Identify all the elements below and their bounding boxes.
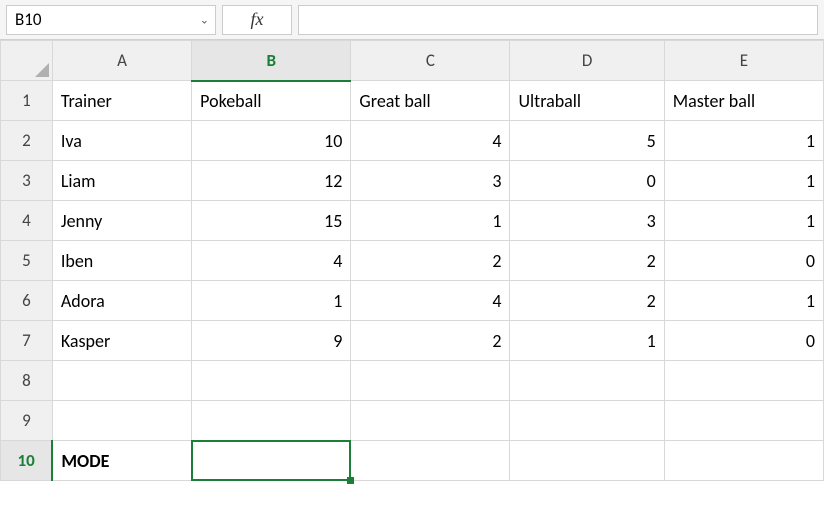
cell[interactable]: 10 [192, 121, 351, 161]
cell[interactable]: 2 [351, 241, 510, 281]
col-header-A[interactable]: A [52, 41, 191, 81]
cell[interactable] [510, 441, 664, 481]
row-header[interactable]: 8 [1, 361, 53, 401]
table-row: 2 Iva 10 4 5 1 [1, 121, 824, 161]
table-row: 9 [1, 401, 824, 441]
cell[interactable] [351, 361, 510, 401]
cell[interactable] [52, 401, 191, 441]
cell[interactable]: Master ball [664, 81, 823, 121]
cell[interactable] [510, 361, 664, 401]
col-header-E[interactable]: E [664, 41, 823, 81]
fx-container: fx [222, 5, 818, 35]
table-row: 1 Trainer Pokeball Great ball Ultraball … [1, 81, 824, 121]
cell[interactable] [351, 401, 510, 441]
row-header[interactable]: 2 [1, 121, 53, 161]
cell[interactable]: 4 [351, 121, 510, 161]
cell[interactable]: Adora [52, 281, 191, 321]
table-row: 7 Kasper 9 2 1 0 [1, 321, 824, 361]
table-row: 10 MODE [1, 441, 824, 481]
cell[interactable]: Jenny [52, 201, 191, 241]
cell[interactable]: Great ball [351, 81, 510, 121]
cell[interactable]: 0 [664, 321, 823, 361]
cell[interactable]: 15 [192, 201, 351, 241]
cell[interactable]: Iva [52, 121, 191, 161]
cell[interactable] [510, 401, 664, 441]
cell[interactable] [664, 361, 823, 401]
cell[interactable] [664, 401, 823, 441]
cell[interactable]: 2 [510, 281, 664, 321]
cell[interactable]: 1 [510, 321, 664, 361]
cell[interactable]: 1 [664, 281, 823, 321]
row-header[interactable]: 9 [1, 401, 53, 441]
spreadsheet-app: B10 ⌄ fx A B C D E [0, 0, 824, 514]
cell[interactable]: MODE [52, 441, 191, 481]
cell[interactable]: 1 [192, 281, 351, 321]
select-all-corner[interactable] [1, 41, 53, 81]
cell[interactable]: 3 [510, 201, 664, 241]
table-row: 8 [1, 361, 824, 401]
cell[interactable]: 5 [510, 121, 664, 161]
row-header[interactable]: 3 [1, 161, 53, 201]
cell[interactable]: 1 [664, 201, 823, 241]
cell[interactable] [192, 361, 351, 401]
selection-outline [191, 440, 351, 481]
cell[interactable]: 0 [664, 241, 823, 281]
sheet-grid[interactable]: A B C D E 1 Trainer Pokeball Great ball … [0, 40, 824, 514]
cell[interactable]: 9 [192, 321, 351, 361]
cell[interactable]: 4 [192, 241, 351, 281]
row-header[interactable]: 5 [1, 241, 53, 281]
table-row: 4 Jenny 15 1 3 1 [1, 201, 824, 241]
cell[interactable] [52, 361, 191, 401]
row-header[interactable]: 4 [1, 201, 53, 241]
cell[interactable] [192, 401, 351, 441]
name-box-value: B10 [15, 9, 41, 30]
cell[interactable]: 2 [510, 241, 664, 281]
cell[interactable]: Ultraball [510, 81, 664, 121]
cell[interactable]: Pokeball [192, 81, 351, 121]
col-header-D[interactable]: D [510, 41, 664, 81]
fx-icon[interactable]: fx [222, 5, 292, 35]
row-header[interactable]: 10 [1, 441, 53, 481]
cell[interactable] [351, 441, 510, 481]
cell[interactable]: 12 [192, 161, 351, 201]
cell[interactable]: 4 [351, 281, 510, 321]
selected-cell[interactable] [192, 441, 351, 481]
cell[interactable]: 0 [510, 161, 664, 201]
col-header-C[interactable]: C [351, 41, 510, 81]
table-row: 3 Liam 12 3 0 1 [1, 161, 824, 201]
cell[interactable] [664, 441, 823, 481]
table-row: 6 Adora 1 4 2 1 [1, 281, 824, 321]
formula-input[interactable] [298, 5, 818, 35]
cell[interactable]: 3 [351, 161, 510, 201]
cell[interactable]: Kasper [52, 321, 191, 361]
col-header-B[interactable]: B [192, 41, 351, 81]
chevron-down-icon[interactable]: ⌄ [200, 13, 209, 26]
cell[interactable]: Liam [52, 161, 191, 201]
table-row: 5 Iben 4 2 2 0 [1, 241, 824, 281]
row-header[interactable]: 1 [1, 81, 53, 121]
cell[interactable]: 1 [351, 201, 510, 241]
cell[interactable]: 2 [351, 321, 510, 361]
fill-handle[interactable] [347, 477, 354, 484]
cell[interactable]: 1 [664, 121, 823, 161]
row-header[interactable]: 6 [1, 281, 53, 321]
cell[interactable]: Trainer [52, 81, 191, 121]
formula-bar: B10 ⌄ fx [0, 0, 824, 40]
name-box[interactable]: B10 ⌄ [6, 5, 216, 35]
grid-table: A B C D E 1 Trainer Pokeball Great ball … [0, 40, 824, 481]
cell[interactable]: 1 [664, 161, 823, 201]
row-header[interactable]: 7 [1, 321, 53, 361]
cell[interactable]: Iben [52, 241, 191, 281]
